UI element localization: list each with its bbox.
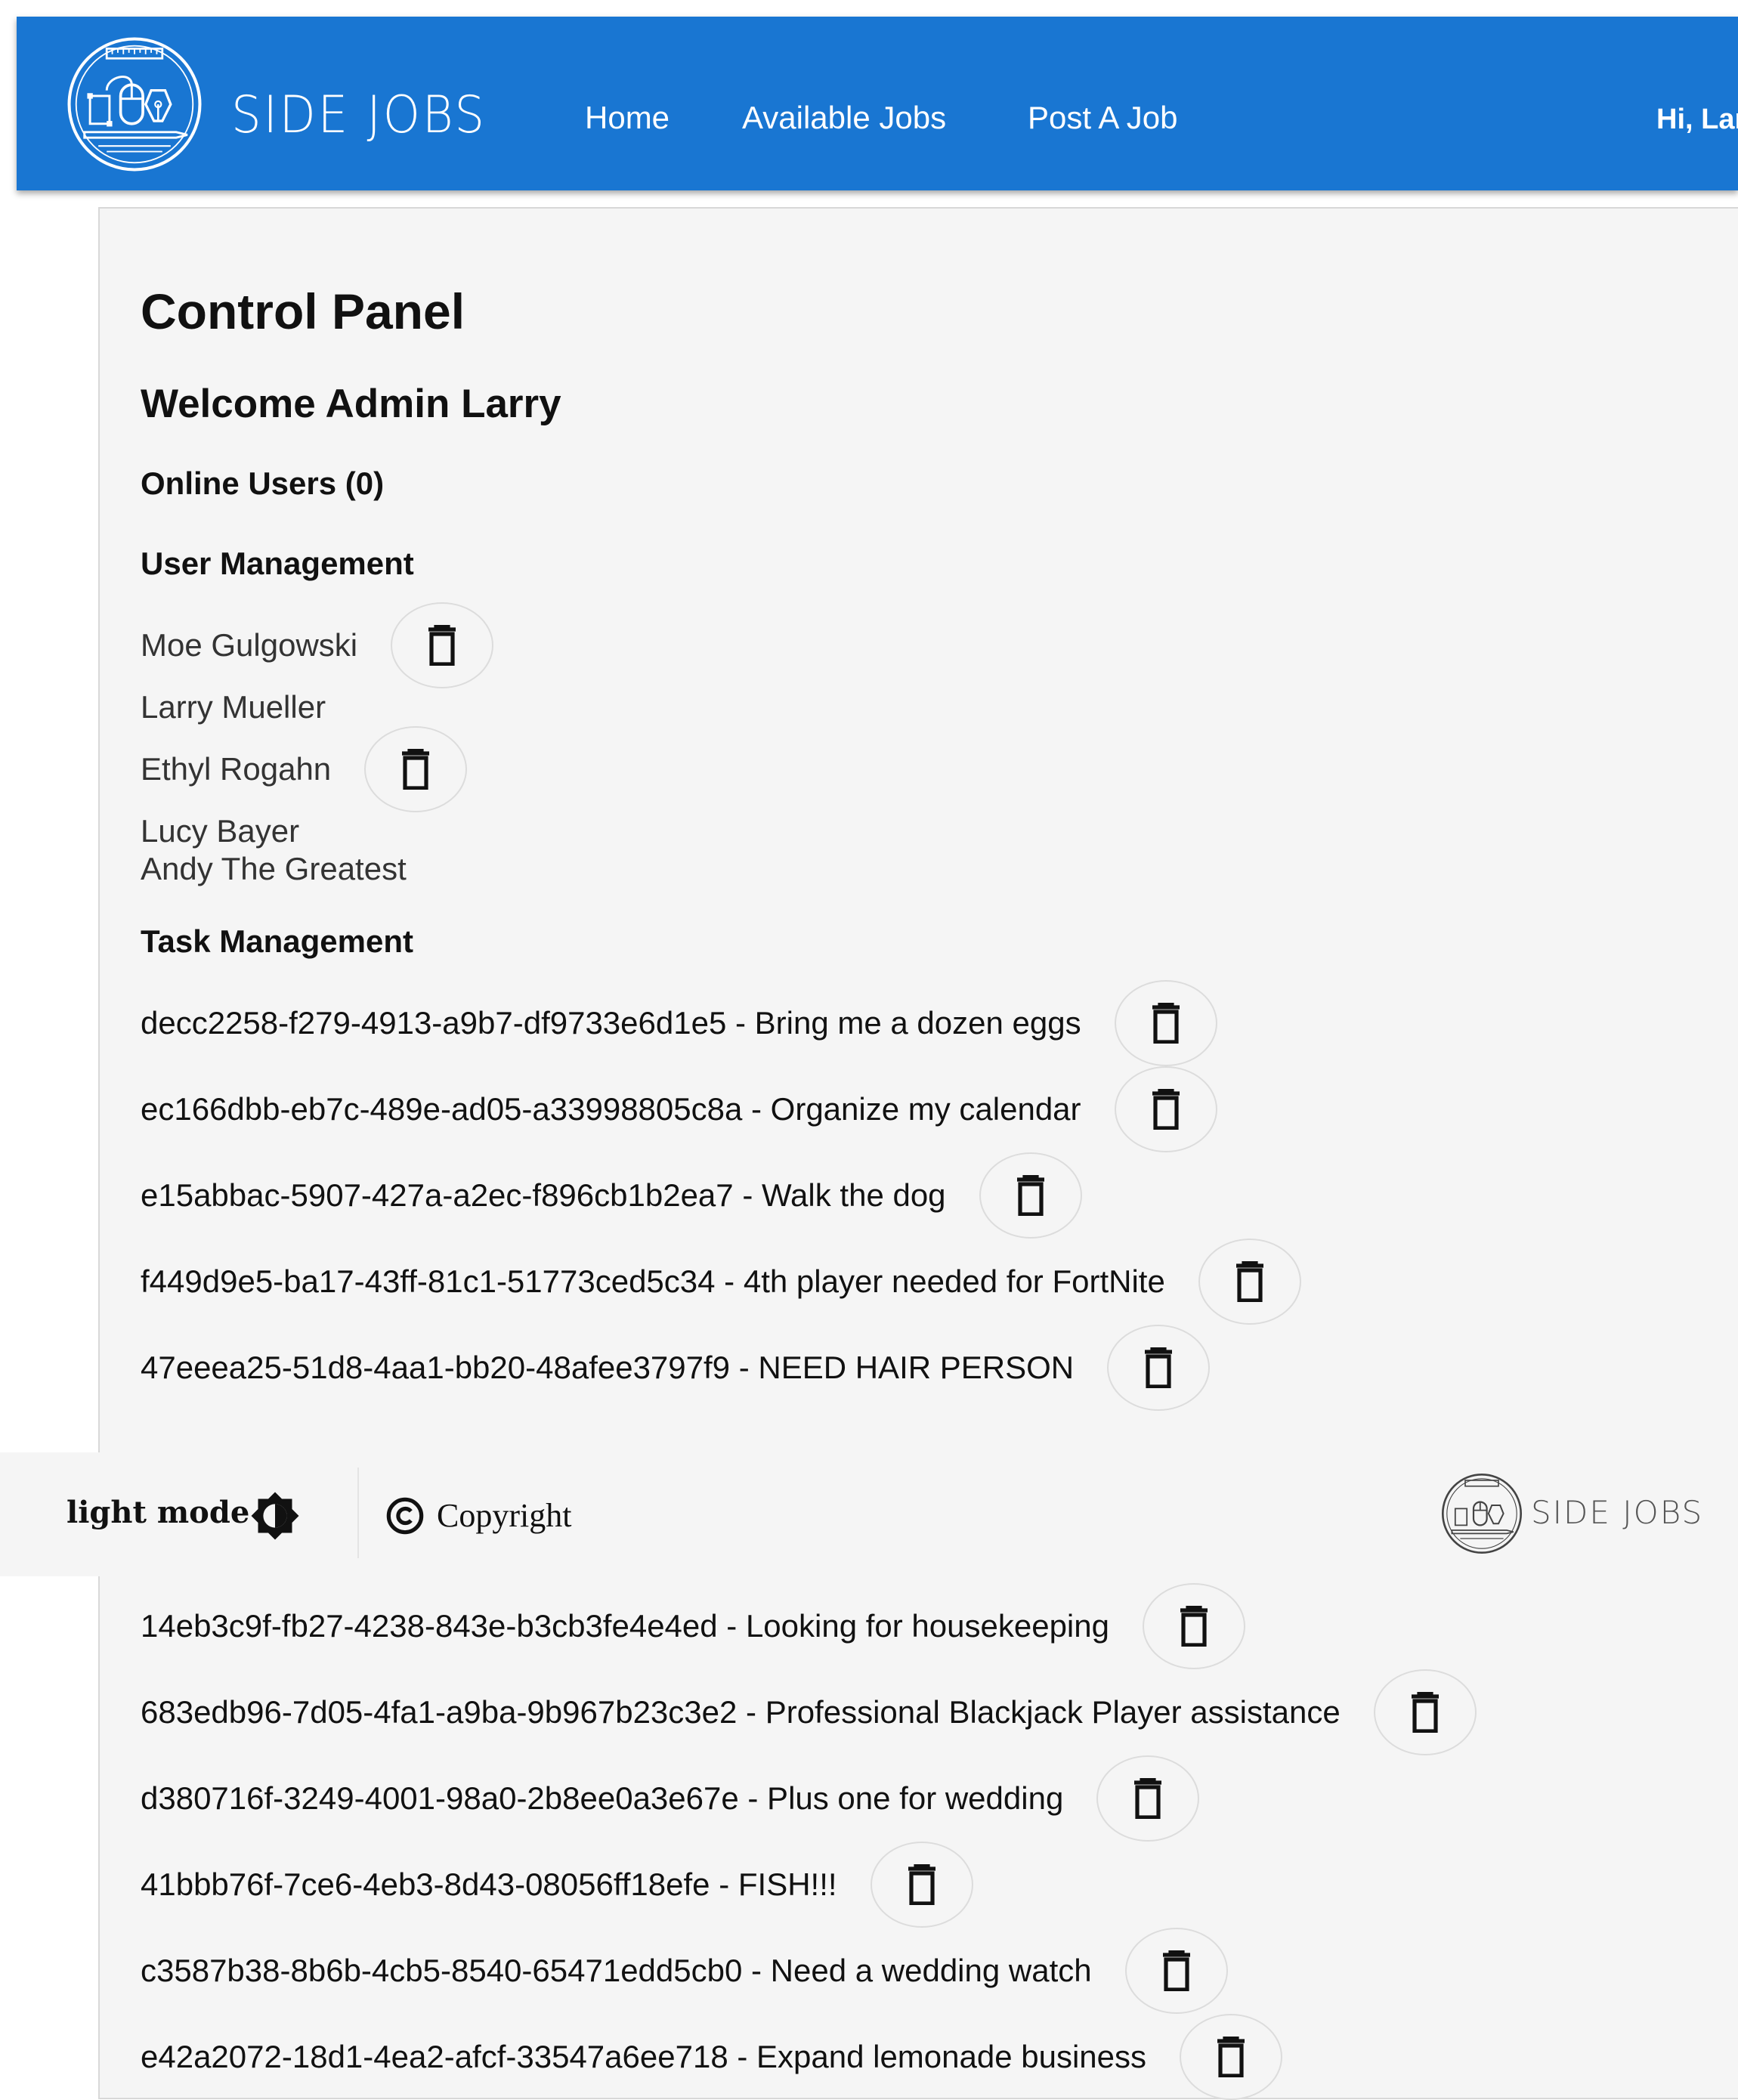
welcome-heading: Welcome Admin Larry — [141, 382, 561, 426]
task-row: c3587b38-8b6b-4cb5-8540-65471edd5cb0 - N… — [141, 1928, 1228, 2014]
trash-icon — [402, 749, 430, 790]
task-label: e15abbac-5907-427a-a2ec-f896cb1b2ea7 - W… — [141, 1177, 946, 1213]
task-label: 683edb96-7d05-4fa1-a9ba-9b967b23c3e2 - P… — [141, 1694, 1341, 1730]
task-row: e15abbac-5907-427a-a2ec-f896cb1b2ea7 - W… — [141, 1152, 1082, 1239]
trash-icon — [1145, 1347, 1173, 1388]
task-label: f449d9e5-ba17-43ff-81c1-51773ced5c34 - 4… — [141, 1263, 1165, 1299]
delete-user-button[interactable] — [364, 726, 468, 812]
task-label: ec166dbb-eb7c-489e-ad05-a33998805c8a - O… — [141, 1091, 1081, 1127]
delete-task-button[interactable] — [979, 1152, 1082, 1239]
user-row: Moe Gulgowski — [141, 602, 494, 688]
app-bar: SIDE JOBS Home Available Jobs Post A Job… — [17, 17, 1738, 190]
trash-icon — [428, 625, 456, 666]
task-row: e42a2072-18d1-4ea2-afcf-33547a6ee718 - E… — [141, 2014, 1283, 2100]
trash-icon — [1152, 1089, 1180, 1130]
trash-icon — [908, 1864, 935, 1905]
trash-icon — [1152, 1003, 1180, 1044]
trash-icon — [1411, 1692, 1439, 1733]
brand-name[interactable]: SIDE JOBS — [231, 82, 487, 150]
brightness-icon[interactable] — [248, 1489, 302, 1543]
delete-task-button[interactable] — [1180, 2014, 1283, 2100]
theme-mode-label: light mode — [66, 1495, 250, 1530]
delete-task-button[interactable] — [1096, 1755, 1200, 1842]
task-label: decc2258-f279-4913-a9b7-df9733e6d1e5 - B… — [141, 1005, 1081, 1041]
trash-icon — [1235, 1261, 1263, 1302]
nav-available-jobs[interactable]: Available Jobs — [742, 95, 946, 141]
copyright-icon — [386, 1497, 424, 1535]
user-name: Larry Mueller — [141, 689, 326, 725]
task-row: ec166dbb-eb7c-489e-ad05-a33998805c8a - O… — [141, 1066, 1217, 1152]
task-label: 47eeea25-51d8-4aa1-bb20-48afee3797f9 - N… — [141, 1350, 1075, 1385]
user-row: Larry Mueller — [141, 685, 326, 730]
task-row: decc2258-f279-4913-a9b7-df9733e6d1e5 - B… — [141, 980, 1217, 1066]
trash-icon — [1180, 1606, 1208, 1647]
task-row: 683edb96-7d05-4fa1-a9ba-9b967b23c3e2 - P… — [141, 1669, 1477, 1755]
delete-task-button[interactable] — [1198, 1239, 1301, 1325]
task-label: 41bbb76f-7ce6-4eb3-8d43-08056ff18efe - F… — [141, 1866, 837, 1902]
nav-home[interactable]: Home — [585, 95, 670, 141]
trash-icon — [1134, 1778, 1162, 1819]
nav-post-a-job[interactable]: Post A Job — [1028, 95, 1177, 141]
delete-task-button[interactable] — [1124, 1928, 1228, 2014]
online-users-heading: Online Users (0) — [141, 465, 385, 501]
footer-bar: light mode Copyright SIDE JOBS — [0, 1452, 1738, 1576]
user-row: Ethyl Rogahn — [141, 726, 468, 812]
trash-icon — [1217, 2037, 1245, 2077]
side-jobs-logo-icon[interactable] — [65, 35, 204, 174]
footer-divider — [357, 1468, 359, 1558]
page-title: Control Panel — [141, 283, 465, 339]
delete-task-button[interactable] — [870, 1842, 973, 1928]
task-row: f449d9e5-ba17-43ff-81c1-51773ced5c34 - 4… — [141, 1239, 1301, 1325]
task-label: 14eb3c9f-fb27-4238-843e-b3cb3fe4e4ed - L… — [141, 1608, 1109, 1644]
user-management-heading: User Management — [141, 546, 414, 581]
footer-brand-name: SIDE JOBS — [1531, 1494, 1704, 1531]
task-management-heading: Task Management — [141, 923, 413, 959]
delete-user-button[interactable] — [391, 602, 494, 688]
user-name: Andy The Greatest — [141, 851, 407, 886]
user-greeting[interactable]: Hi, Larr — [1656, 97, 1738, 142]
delete-task-button[interactable] — [1142, 1583, 1245, 1669]
delete-task-button[interactable] — [1107, 1325, 1211, 1411]
task-label: d380716f-3249-4001-98a0-2b8ee0a3e67e - P… — [141, 1780, 1064, 1816]
user-name: Ethyl Rogahn — [141, 751, 332, 787]
trash-icon — [1162, 1950, 1190, 1991]
user-name: Moe Gulgowski — [141, 627, 358, 663]
user-row: Andy The Greatest — [141, 846, 407, 892]
delete-task-button[interactable] — [1114, 1066, 1217, 1152]
task-row: d380716f-3249-4001-98a0-2b8ee0a3e67e - P… — [141, 1755, 1200, 1842]
delete-task-button[interactable] — [1373, 1669, 1477, 1755]
delete-task-button[interactable] — [1114, 980, 1217, 1066]
task-label: e42a2072-18d1-4ea2-afcf-33547a6ee718 - E… — [141, 2039, 1147, 2074]
task-row: 41bbb76f-7ce6-4eb3-8d43-08056ff18efe - F… — [141, 1842, 973, 1928]
task-label: c3587b38-8b6b-4cb5-8540-65471edd5cb0 - N… — [141, 1953, 1092, 1988]
task-row: 14eb3c9f-fb27-4238-843e-b3cb3fe4e4ed - L… — [141, 1583, 1245, 1669]
task-row: 47eeea25-51d8-4aa1-bb20-48afee3797f9 - N… — [141, 1325, 1211, 1411]
trash-icon — [1016, 1175, 1044, 1216]
copyright-text: Copyright — [437, 1497, 572, 1534]
side-jobs-logo-icon — [1441, 1473, 1523, 1554]
